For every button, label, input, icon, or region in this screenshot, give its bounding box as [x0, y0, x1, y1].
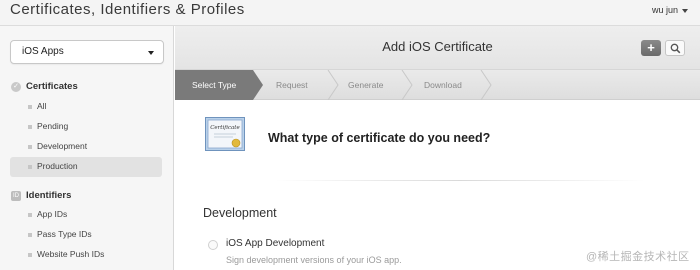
chevron-right-icon: [401, 70, 413, 100]
bullet-icon: [28, 253, 32, 257]
certificate-image-text: Certificate: [210, 125, 240, 131]
bullet-icon: [28, 165, 32, 169]
user-menu[interactable]: wu jun: [652, 5, 688, 15]
section-title-development: Development: [203, 206, 277, 220]
radio-ios-app-development[interactable]: [208, 240, 218, 250]
step-progress: Select Type Request Generate Download: [175, 70, 700, 100]
chevron-right-icon: [327, 70, 339, 100]
step-generate: Generate: [348, 80, 384, 90]
search-icon: [670, 43, 681, 54]
section-label: Certificates: [26, 81, 78, 92]
sidebar-item-label: Pass Type IDs: [37, 229, 92, 239]
sidebar-item-label: Development: [37, 141, 88, 151]
id-badge-icon: ID: [11, 191, 21, 201]
add-button[interactable]: +: [641, 40, 661, 56]
sidebar-item-production[interactable]: Production: [10, 157, 162, 177]
sidebar-item-app-ids[interactable]: App IDs: [10, 206, 162, 224]
sidebar-item-label: App IDs: [37, 209, 68, 219]
certificate-icon: Certificate: [205, 117, 245, 151]
step-download: Download: [424, 80, 462, 90]
bullet-icon: [28, 145, 32, 149]
certificate-icon: ✓: [11, 82, 21, 92]
search-button[interactable]: [665, 40, 685, 56]
chevron-down-icon: [148, 51, 154, 55]
plus-icon: +: [647, 40, 655, 55]
sidebar-item-pending[interactable]: Pending: [10, 118, 162, 136]
user-name: wu jun: [651, 5, 678, 15]
sidebar-item-label: Production: [37, 161, 78, 171]
sidebar-item-all[interactable]: All: [10, 98, 162, 116]
sidebar-item-label: Pending: [37, 121, 69, 131]
chevron-right-icon: [480, 70, 492, 100]
section-label: Identifiers: [26, 190, 72, 201]
sidebar-item-label: All: [37, 101, 47, 111]
divider: [275, 180, 645, 181]
bullet-icon: [28, 233, 32, 237]
app-title: Certificates, Identifiers & Profiles: [10, 1, 245, 18]
sidebar-item-website-push-ids[interactable]: Website Push IDs: [10, 246, 162, 264]
bullet-icon: [28, 105, 32, 109]
top-bar: Certificates, Identifiers & Profiles wu …: [0, 0, 700, 26]
main-content: Certificate What type of certificate do …: [175, 100, 700, 270]
platform-select-value: iOS Apps: [22, 46, 64, 57]
sidebar-item-label: Website Push IDs: [37, 249, 105, 259]
sidebar: iOS Apps ✓ Certificates All Pending Deve…: [0, 26, 174, 270]
step-select-type: Select Type: [192, 80, 237, 90]
question-heading: What type of certificate do you need?: [268, 131, 491, 145]
chevron-down-icon: [682, 8, 688, 13]
sidebar-item-development[interactable]: Development: [10, 138, 162, 156]
page-title: Add iOS Certificate: [382, 39, 493, 54]
platform-select[interactable]: iOS Apps: [10, 40, 164, 64]
sidebar-item-pass-type-ids[interactable]: Pass Type IDs: [10, 226, 162, 244]
step-request: Request: [276, 80, 308, 90]
bullet-icon: [28, 125, 32, 129]
watermark: @稀土掘金技术社区: [586, 251, 690, 263]
option-description: Sign development versions of your iOS ap…: [226, 255, 402, 265]
option-label[interactable]: iOS App Development: [226, 238, 324, 249]
main-header: Add iOS Certificate +: [175, 26, 700, 70]
bullet-icon: [28, 213, 32, 217]
